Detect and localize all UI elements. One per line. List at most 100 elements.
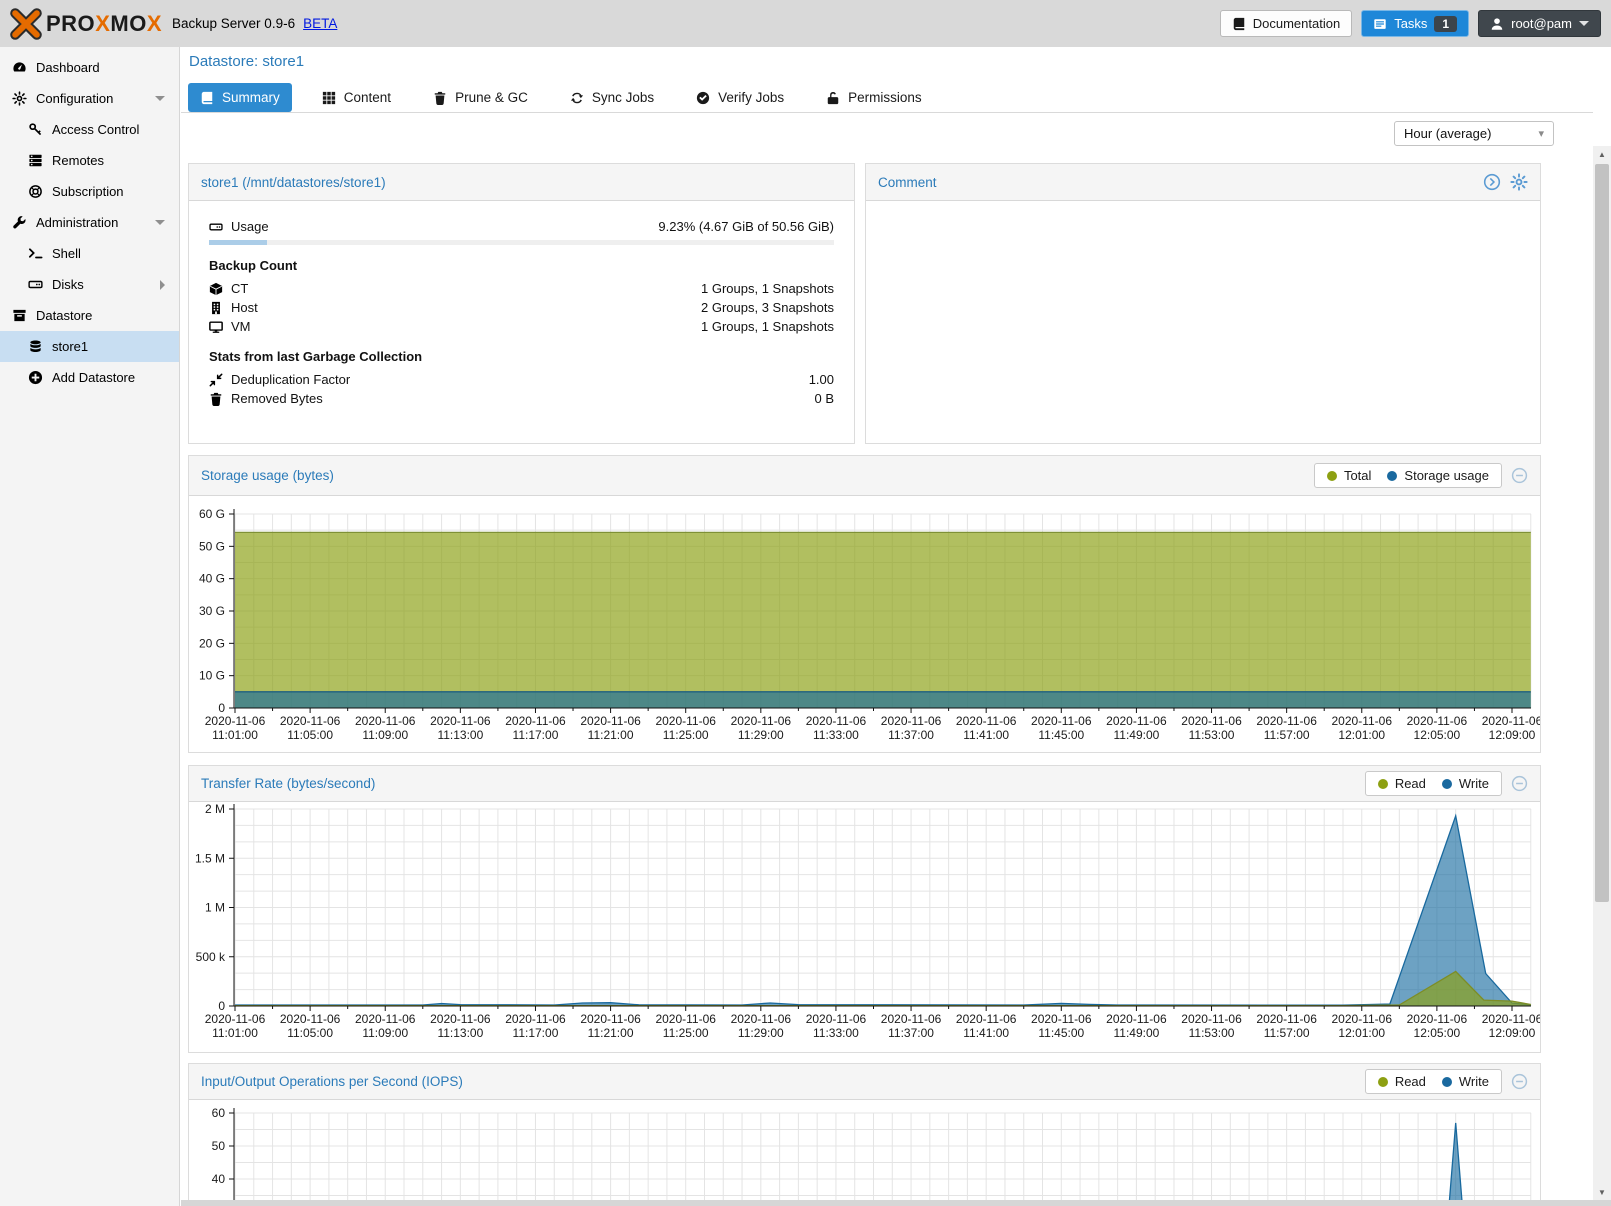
sidebar-item-label: Dashboard (36, 60, 100, 75)
chart-title: Transfer Rate (bytes/second) (201, 776, 375, 791)
edit-chevron-circle-icon[interactable] (1483, 173, 1501, 191)
tab-permissions[interactable]: Permissions (814, 83, 934, 112)
proxmox-logo: PROXMOX (10, 8, 162, 40)
key-icon (28, 122, 43, 137)
beta-link[interactable]: BETA (303, 16, 337, 31)
tab-prune-gc[interactable]: Prune & GC (421, 83, 540, 112)
svg-text:11:17:00: 11:17:00 (513, 728, 559, 742)
user-icon (1490, 17, 1504, 31)
cube-icon (209, 282, 223, 296)
book-icon (1232, 17, 1246, 31)
svg-text:50 G: 50 G (199, 539, 225, 553)
chevron-down-icon (1579, 21, 1589, 26)
chevron-down-icon[interactable] (155, 96, 165, 101)
sidebar-item-add-datastore[interactable]: Add Datastore (0, 362, 179, 393)
datastore-summary-panel: store1 (/mnt/datastores/store1) Usage 9.… (188, 163, 855, 444)
tab-separator (181, 112, 1593, 113)
svg-text:2020-11-06: 2020-11-06 (1482, 714, 1540, 728)
sidebar-item-administration[interactable]: Administration (0, 207, 179, 238)
time-range-select[interactable]: Hour (average) ▾ (1394, 121, 1554, 146)
sidebar-item-datastore[interactable]: Datastore (0, 300, 179, 331)
tab-summary[interactable]: Summary (188, 83, 292, 112)
svg-text:2020-11-06: 2020-11-06 (1106, 714, 1167, 728)
usage-label: Usage (231, 219, 269, 234)
scrollbar-thumb[interactable] (1595, 164, 1609, 902)
vm-row: VM 1 Groups, 1 Snapshots (209, 317, 834, 336)
svg-text:1 M: 1 M (205, 901, 225, 915)
monitor-icon (209, 320, 223, 334)
sidebar-item-label: Shell (52, 246, 81, 261)
svg-text:11:41:00: 11:41:00 (963, 728, 1009, 742)
chevron-right-icon[interactable] (160, 280, 165, 290)
svg-text:11:37:00: 11:37:00 (888, 1026, 934, 1040)
tab-content[interactable]: Content (310, 83, 403, 112)
svg-text:2020-11-06: 2020-11-06 (205, 714, 266, 728)
comment-panel: Comment (865, 163, 1541, 444)
tab-verify-jobs[interactable]: Verify Jobs (684, 83, 796, 112)
legend-dot-storage (1387, 471, 1397, 481)
grid-icon (322, 91, 336, 105)
user-menu-button[interactable]: root@pam (1478, 10, 1601, 37)
bottom-edge (181, 1200, 1611, 1206)
sidebar-item-dashboard[interactable]: Dashboard (0, 52, 179, 83)
scroll-down-arrow[interactable]: ▼ (1593, 1184, 1611, 1200)
sidebar-item-subscription[interactable]: Subscription (0, 176, 179, 207)
collapse-icon[interactable] (1511, 467, 1528, 484)
legend-dot-read (1378, 779, 1388, 789)
trash-icon (433, 91, 447, 105)
svg-text:60 G: 60 G (199, 507, 225, 521)
svg-text:10 G: 10 G (199, 669, 225, 683)
gear-icon (12, 91, 27, 106)
tasks-icon (1373, 17, 1387, 31)
tasks-button[interactable]: Tasks 1 (1361, 10, 1469, 37)
gear-icon[interactable] (1510, 173, 1528, 191)
sidebar-item-store1[interactable]: store1 (0, 331, 179, 362)
top-bar: PROXMOX Backup Server 0.9-6 BETA Documen… (0, 0, 1611, 47)
svg-text:11:49:00: 11:49:00 (1113, 728, 1159, 742)
trash-icon (209, 392, 223, 406)
chevron-down-icon[interactable] (155, 220, 165, 225)
server-list-icon (28, 153, 43, 168)
svg-text:2020-11-06: 2020-11-06 (881, 714, 942, 728)
sidebar-item-access-control[interactable]: Access Control (0, 114, 179, 145)
product-subtitle: Backup Server 0.9-6 (172, 16, 295, 31)
svg-text:2020-11-06: 2020-11-06 (1256, 714, 1317, 728)
svg-text:2020-11-06: 2020-11-06 (655, 1012, 716, 1026)
svg-text:11:33:00: 11:33:00 (813, 728, 859, 742)
collapse-icon[interactable] (1511, 775, 1528, 792)
svg-text:2020-11-06: 2020-11-06 (1031, 714, 1092, 728)
svg-text:0: 0 (218, 701, 225, 715)
svg-text:1.5 M: 1.5 M (195, 851, 225, 865)
sidebar-item-label: Administration (36, 215, 118, 230)
svg-text:11:21:00: 11:21:00 (588, 1026, 634, 1040)
svg-text:11:33:00: 11:33:00 (813, 1026, 859, 1040)
collapse-icon[interactable] (1511, 1073, 1528, 1090)
svg-text:11:57:00: 11:57:00 (1264, 1026, 1310, 1040)
svg-text:2020-11-06: 2020-11-06 (505, 714, 566, 728)
chart-legend: Read Write (1365, 771, 1502, 796)
hdd-icon (209, 220, 223, 234)
scroll-up-arrow[interactable]: ▲ (1593, 146, 1611, 162)
building-icon (209, 301, 223, 315)
gc-stats-heading: Stats from last Garbage Collection (209, 349, 834, 364)
sidebar-item-disks[interactable]: Disks (0, 269, 179, 300)
vertical-scrollbar[interactable]: ▲ ▼ (1593, 146, 1611, 1200)
svg-text:2020-11-06: 2020-11-06 (956, 1012, 1017, 1026)
svg-text:2020-11-06: 2020-11-06 (505, 1012, 566, 1026)
sidebar-item-remotes[interactable]: Remotes (0, 145, 179, 176)
dashboard-icon (12, 60, 27, 75)
sidebar-item-shell[interactable]: Shell (0, 238, 179, 269)
svg-text:12:01:00: 12:01:00 (1338, 728, 1385, 742)
documentation-button[interactable]: Documentation (1220, 10, 1352, 37)
sidebar-item-label: Configuration (36, 91, 113, 106)
tab-sync-jobs[interactable]: Sync Jobs (558, 83, 666, 112)
check-circle-icon (696, 91, 710, 105)
svg-text:11:25:00: 11:25:00 (663, 1026, 709, 1040)
sidebar-item-label: Subscription (52, 184, 124, 199)
svg-text:11:05:00: 11:05:00 (287, 1026, 333, 1040)
sidebar-item-configuration[interactable]: Configuration (0, 83, 179, 114)
svg-text:11:13:00: 11:13:00 (437, 728, 483, 742)
host-row: Host 2 Groups, 3 Snapshots (209, 298, 834, 317)
svg-text:2020-11-06: 2020-11-06 (205, 1012, 266, 1026)
tasks-count-badge: 1 (1434, 16, 1457, 32)
